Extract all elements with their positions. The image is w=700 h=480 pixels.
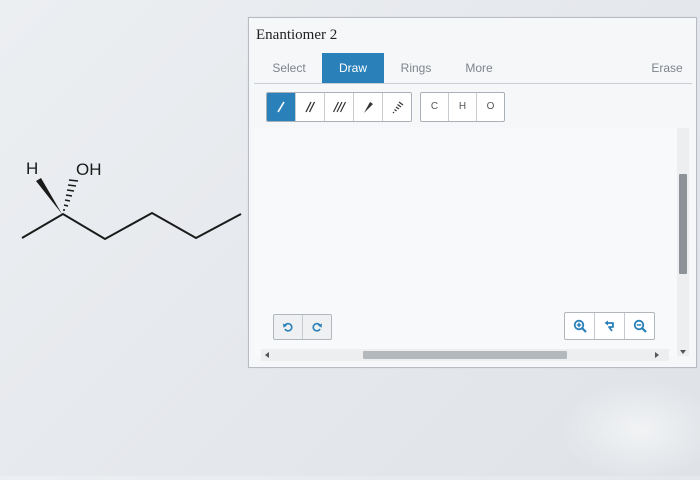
triple-bond-button[interactable] xyxy=(325,93,354,121)
screen-glare xyxy=(560,380,700,480)
hydrogen-label: H xyxy=(26,159,38,178)
atom-carbon-button[interactable]: C xyxy=(421,93,449,121)
tab-rings[interactable]: Rings xyxy=(391,53,441,83)
zoom-out-button[interactable] xyxy=(625,313,654,339)
atom-oxygen-button[interactable]: O xyxy=(477,93,504,121)
zoom-in-icon xyxy=(573,319,587,333)
tab-draw[interactable]: Draw xyxy=(322,53,384,83)
atom-hydrogen-button[interactable]: H xyxy=(449,93,477,121)
vertical-scroll-thumb[interactable] xyxy=(679,174,687,274)
tab-erase[interactable]: Erase xyxy=(644,53,690,83)
reset-zoom-icon xyxy=(604,320,614,332)
tab-more[interactable]: More xyxy=(454,53,504,83)
horizontal-scroll-thumb[interactable] xyxy=(363,351,567,359)
molecule-structure: H OH xyxy=(21,159,242,241)
hydroxyl-label: OH xyxy=(76,160,102,179)
tab-select[interactable]: Select xyxy=(264,53,314,83)
history-tool-group xyxy=(273,314,332,340)
zoom-in-button[interactable] xyxy=(565,313,595,339)
wedge-bond-icon xyxy=(364,102,373,113)
double-bond-button[interactable] xyxy=(296,93,325,121)
zoom-out-icon xyxy=(633,319,647,333)
wedge-bond-button[interactable] xyxy=(354,93,383,121)
hashed-bond xyxy=(63,179,79,211)
tab-bar: Select Draw Rings More Erase xyxy=(254,53,692,84)
carbon-chain xyxy=(21,211,242,241)
reset-zoom-button[interactable] xyxy=(595,313,625,339)
single-bond-icon xyxy=(277,101,285,113)
scroll-left-arrow-icon[interactable] xyxy=(265,352,269,358)
drawing-panel: Enantiomer 2 Select Draw Rings More Eras… xyxy=(248,17,697,368)
single-bond-button[interactable] xyxy=(267,93,296,121)
panel-title: Enantiomer 2 xyxy=(256,27,338,43)
undo-icon xyxy=(283,322,293,332)
atom-tool-group: C H O xyxy=(420,92,505,122)
scroll-down-arrow-icon[interactable] xyxy=(680,350,686,354)
hashed-wedge-bond-icon xyxy=(392,101,404,114)
wedge-bond xyxy=(36,178,62,214)
scroll-right-arrow-icon[interactable] xyxy=(655,352,659,358)
redo-icon xyxy=(312,322,322,332)
undo-button[interactable] xyxy=(274,315,303,339)
hashed-wedge-bond-button[interactable] xyxy=(383,93,411,121)
zoom-tool-group xyxy=(564,312,655,340)
vertical-scrollbar[interactable] xyxy=(677,128,689,356)
triple-bond-icon xyxy=(332,101,346,113)
horizontal-scrollbar[interactable] xyxy=(261,349,669,361)
double-bond-icon xyxy=(305,101,316,113)
redo-button[interactable] xyxy=(303,315,331,339)
bond-tool-group xyxy=(266,92,412,122)
